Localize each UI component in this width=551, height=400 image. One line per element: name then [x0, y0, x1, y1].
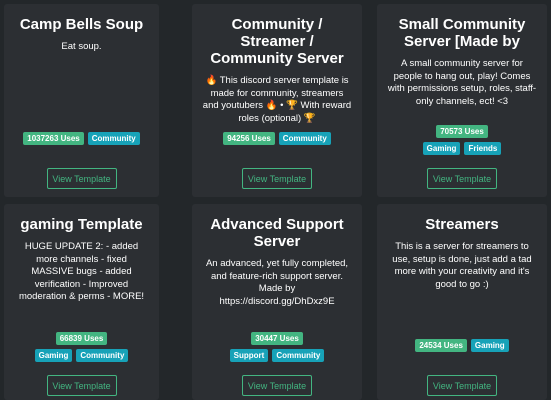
view-template-button[interactable]: View Template [242, 375, 312, 396]
card-title: Camp Bells Soup [19, 16, 144, 33]
tag-badge: Gaming [470, 339, 509, 352]
template-card: Advanced Support Server An advanced, yet… [192, 204, 362, 400]
card-title: Advanced Support Server [210, 216, 344, 250]
template-card: Streamers This is a server for streamers… [377, 204, 547, 400]
uses-badge: 66839 Uses [55, 332, 108, 345]
card-description: HUGE UPDATE 2: - added more channels - f… [18, 241, 145, 302]
uses-badge: 1037263 Uses [23, 132, 84, 145]
card-description: This is a server for streamers to use, s… [392, 241, 532, 290]
tag-badge: Community [278, 132, 331, 145]
uses-badge: 70573 Uses [436, 125, 488, 138]
tag-badge: Community [272, 349, 325, 362]
uses-badge: 30447 Uses [251, 332, 303, 345]
card-title: Community / Streamer / Community Server [210, 16, 344, 67]
tag-badge: Gaming [422, 142, 461, 155]
view-template-button[interactable]: View Template [242, 168, 312, 189]
card-description: Eat soup. [61, 41, 102, 52]
view-template-button[interactable]: View Template [46, 375, 117, 396]
tag-badge: Community [87, 132, 140, 145]
uses-badge: 24534 Uses [415, 339, 467, 352]
tag-badge: Friends [464, 142, 502, 155]
view-template-button[interactable]: View Template [46, 168, 117, 189]
template-card: Camp Bells Soup Eat soup. 1037263 Uses C… [4, 4, 159, 197]
card-description: A small community server for people to h… [387, 58, 537, 107]
card-description: 🔥 This discord server template is made f… [202, 75, 352, 124]
view-template-button[interactable]: View Template [427, 375, 497, 396]
uses-badge: 94256 Uses [223, 132, 275, 145]
tag-badge: Support [229, 349, 269, 362]
card-title: Small Community Server [Made by ducky#29… [398, 16, 526, 50]
template-card: Community / Streamer / Community Server … [192, 4, 362, 197]
template-card: gaming Template HUGE UPDATE 2: - added m… [4, 204, 159, 400]
tag-badge: Community [76, 349, 129, 362]
view-template-button[interactable]: View Template [427, 168, 497, 189]
card-title: Streamers [425, 216, 499, 233]
template-card: Small Community Server [Made by ducky#29… [377, 4, 547, 197]
card-title: gaming Template [20, 216, 143, 233]
tag-badge: Gaming [34, 349, 73, 362]
card-description: An advanced, yet fully completed, and fe… [205, 258, 349, 307]
